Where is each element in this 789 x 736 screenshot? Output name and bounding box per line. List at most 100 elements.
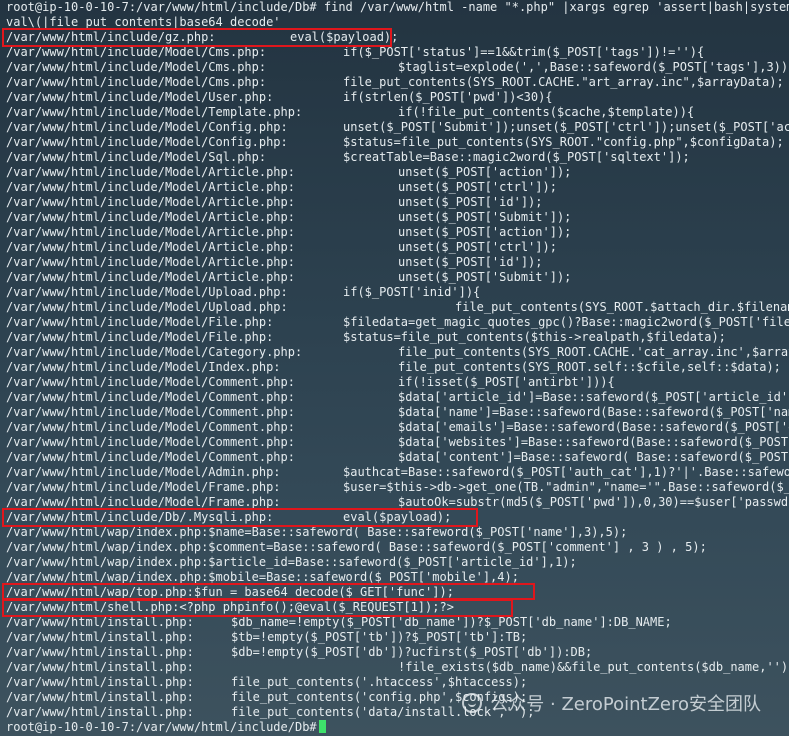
file-path: /var/www/html/include/Model/Article.php: xyxy=(6,240,295,254)
match-code: unset($_POST['id']); xyxy=(398,195,543,209)
output-line: /var/www/html/wap/index.php:$comment=Bas… xyxy=(6,540,707,555)
command-text: root@ip-10-0-10-7:/var/www/html/include/… xyxy=(6,0,789,14)
file-path: /var/www/html/include/Model/Article.php: xyxy=(6,165,295,179)
match-code: $user=$this->db->get_one(TB."admin","nam… xyxy=(343,480,789,494)
file-path: /var/www/html/include/Model/Comment.php: xyxy=(6,420,295,434)
file-path: /var/www/html/include/Model/Frame.php: xyxy=(6,480,281,494)
match-code: eval($payload); xyxy=(343,510,452,524)
match-code: eval($payload); xyxy=(290,30,399,44)
command-line-cont: val\(|file_put_contents|base64_decode' xyxy=(6,15,281,30)
match-code: if(strlen($_POST['pwd'])<30){ xyxy=(343,90,553,104)
match-code: unset($_POST['ctrl']); xyxy=(398,180,557,194)
file-path: /var/www/html/include/Model/File.php: xyxy=(6,330,274,344)
match-code: file_put_contents(SYS_ROOT.$attach_dir.$… xyxy=(455,300,789,314)
file-path: /var/www/html/include/Model/Comment.php: xyxy=(6,375,295,389)
output-line: /var/www/html/wap/index.php:$mobile=Base… xyxy=(6,570,519,585)
file-path: /var/www/html/include/Model/Comment.php: xyxy=(6,435,295,449)
match-code: $status=file_put_contents($this->realpat… xyxy=(343,330,726,344)
file-path: /var/www/html/install.php: xyxy=(6,690,194,704)
file-path: /var/www/html/include/Model/Cms.php: xyxy=(6,75,267,89)
output-line: /var/www/html/shell.php:<?php phpinfo();… xyxy=(6,600,454,615)
match-code: if($_POST['inid']){ xyxy=(343,285,481,299)
match-code: $status=file_put_contents(SYS_ROOT."conf… xyxy=(343,135,784,149)
file-path: /var/www/html/include/Model/Cms.php: xyxy=(6,60,267,74)
match-code: unset($_POST['id']); xyxy=(398,255,543,269)
file-path: /var/www/html/include/gz.php: xyxy=(6,30,216,44)
watermark: 公众号 · ZeroPointZero安全团队 xyxy=(462,690,761,716)
output-line: /var/www/html/wap/top.php:$fun = base64_… xyxy=(6,585,454,600)
file-path: /var/www/html/include/Model/Article.php: xyxy=(6,195,295,209)
match-code: file_put_contents(SYS_ROOT.CACHE."art_ar… xyxy=(343,75,784,89)
match-code: unset($_POST['action']); xyxy=(398,165,572,179)
match-code: $data['content']=Base::safeword( Base::s… xyxy=(398,450,789,464)
match-code: $tb=!empty($_POST['tb'])?$_POST['tb']:TB… xyxy=(231,630,528,644)
file-path: /var/www/html/install.php: xyxy=(6,645,194,659)
match-code: unset($_POST['Submit']);unset($_POST['ct… xyxy=(343,120,789,134)
watermark-text: 公众号 · ZeroPointZero安全团队 xyxy=(490,694,761,715)
file-path: /var/www/html/include/Model/Config.php: xyxy=(6,135,288,149)
file-path: /var/www/html/include/Model/Article.php: xyxy=(6,180,295,194)
match-code: if(!file_put_contents($cache,$template))… xyxy=(398,105,695,119)
terminal-window[interactable]: root@ip-10-0-10-7:/var/www/html/include/… xyxy=(0,0,789,736)
match-code: $autoOk=substr(md5($_POST['pwd']),0,30)=… xyxy=(398,495,789,509)
match-code: $creatTable=Base::magic2word($_POST['sql… xyxy=(343,150,690,164)
file-path: /var/www/html/include/Model/Upload.php: xyxy=(6,300,288,314)
file-path: /var/www/html/include/Model/Config.php: xyxy=(6,120,288,134)
file-path: /var/www/html/include/Model/File.php: xyxy=(6,315,274,329)
match-code: if($_POST['status']==1&&trim($_POST['tag… xyxy=(343,45,705,59)
file-path: /var/www/html/include/Model/User.php: xyxy=(6,90,274,104)
file-path: /var/www/html/install.php: xyxy=(6,675,194,689)
match-code: if(!isset($_POST['antirbt'])){ xyxy=(398,375,615,389)
file-path: /var/www/html/include/Model/Article.php: xyxy=(6,270,295,284)
match-code: $data['article_id']=Base::safeword($_POS… xyxy=(398,390,789,404)
match-code: unset($_POST['Submit']); xyxy=(398,270,572,284)
match-code: file_put_contents(SYS_ROOT.CACHE.'cat_ar… xyxy=(398,345,789,359)
match-code: $data['name']=Base::safeword(Base::safew… xyxy=(398,405,789,419)
file-path: /var/www/html/wap/top.php:$fun = base64_… xyxy=(6,585,454,599)
file-path: /var/www/html/install.php: xyxy=(6,615,194,629)
match-code: $taglist=explode(',',Base::safeword($_PO… xyxy=(398,60,789,74)
match-code: $filedata=get_magic_quotes_gpc()?Base::m… xyxy=(343,315,789,329)
file-path: /var/www/html/install.php: xyxy=(6,705,194,719)
match-code: unset($_POST['Submit']); xyxy=(398,210,572,224)
command-line: root@ip-10-0-10-7:/var/www/html/include/… xyxy=(6,0,789,15)
file-path: /var/www/html/include/Model/Sql.php: xyxy=(6,150,267,164)
file-path: /var/www/html/shell.php:<?php phpinfo();… xyxy=(6,600,454,614)
match-code: file_put_contents('.htaccess',$htaccess)… xyxy=(231,675,528,689)
file-path: /var/www/html/include/Model/Admin.php: xyxy=(6,465,281,479)
file-path: /var/www/html/include/Model/Index.php: xyxy=(6,360,281,374)
prompt-line[interactable]: root@ip-10-0-10-7:/var/www/html/include/… xyxy=(6,720,326,735)
terminal-cursor[interactable] xyxy=(318,720,326,733)
match-code: file_put_contents(SYS_ROOT.self::$cfile,… xyxy=(398,360,781,374)
file-path: /var/www/html/wap/index.php:$mobile=Base… xyxy=(6,570,519,584)
file-path: /var/www/html/include/Model/Article.php: xyxy=(6,210,295,224)
output-line: /var/www/html/wap/index.php:$name=Base::… xyxy=(6,525,627,540)
file-path: /var/www/html/include/Model/Cms.php: xyxy=(6,45,267,59)
file-path: /var/www/html/include/Model/Category.php… xyxy=(6,345,303,359)
file-path: /var/www/html/include/Model/Template.php… xyxy=(6,105,303,119)
match-code: $data['emails']=Base::safeword(Base::saf… xyxy=(398,420,789,434)
file-path: /var/www/html/include/Model/Comment.php: xyxy=(6,405,295,419)
match-code: unset($_POST['ctrl']); xyxy=(398,240,557,254)
file-path: /var/www/html/wap/index.php:$name=Base::… xyxy=(6,525,628,539)
file-path: /var/www/html/wap/index.php:$article_id=… xyxy=(6,555,577,569)
match-code: $db_name=!empty($_POST['db_name'])?$_POS… xyxy=(231,615,672,629)
file-path: /var/www/html/include/Db/.Mysqli.php: xyxy=(6,510,274,524)
file-path: /var/www/html/include/Model/Upload.php: xyxy=(6,285,288,299)
file-path: /var/www/html/install.php: xyxy=(6,660,194,674)
shell-prompt: root@ip-10-0-10-7:/var/www/html/include/… xyxy=(6,720,317,734)
match-code: $db=!empty($_POST['db'])?ucfirst($_POST[… xyxy=(231,645,593,659)
output-line: /var/www/html/wap/index.php:$article_id=… xyxy=(6,555,577,570)
file-path: /var/www/html/wap/index.php:$comment=Bas… xyxy=(6,540,707,554)
file-path: /var/www/html/install.php: xyxy=(6,630,194,644)
match-code: unset($_POST['action']); xyxy=(398,225,572,239)
match-code: !file_exists($db_name)&&file_put_content… xyxy=(398,660,789,674)
file-path: /var/www/html/include/Model/Article.php: xyxy=(6,225,295,239)
file-path: /var/www/html/include/Model/Comment.php: xyxy=(6,390,295,404)
file-path: /var/www/html/include/Model/Article.php: xyxy=(6,255,295,269)
wechat-icon xyxy=(462,693,483,713)
command-text-cont: val\(|file_put_contents|base64_decode' xyxy=(6,15,281,29)
file-path: /var/www/html/include/Model/Comment.php: xyxy=(6,450,295,464)
match-code: $authcat=Base::safeword($_POST['auth_cat… xyxy=(343,465,789,479)
match-code: $data['websites']=Base::safeword(Base::s… xyxy=(398,435,789,449)
